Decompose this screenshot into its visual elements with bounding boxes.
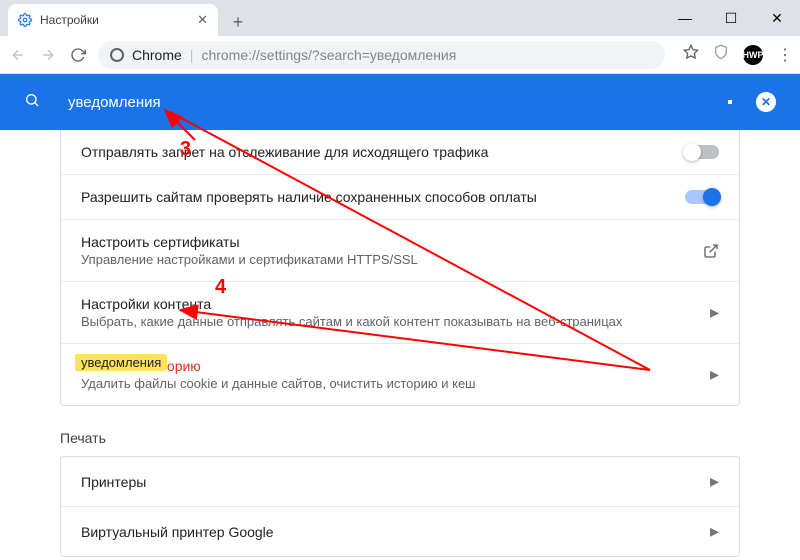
toggle-do-not-track[interactable] [685,145,719,159]
window-close-button[interactable]: ✕ [754,0,800,36]
back-button[interactable] [8,45,28,65]
settings-search-header: ✕ [0,74,800,130]
omnibox-url: chrome://settings/?search=уведомления [201,47,456,63]
omnibox-prefix: Chrome [132,47,182,63]
window-maximize-button[interactable]: ☐ [708,0,754,36]
titlebar: Настройки ✕ + — ☐ ✕ [0,0,800,36]
row-title: Разрешить сайтам проверять наличие сохра… [81,189,685,205]
row-title: Принтеры [81,474,710,490]
tab-title: Настройки [40,13,99,27]
browser-tab[interactable]: Настройки ✕ [8,4,218,36]
reload-button[interactable] [68,45,88,65]
settings-card-print: Принтеры ▸ Виртуальный принтер Google ▸ [60,456,740,557]
row-content-settings[interactable]: Настройки контента Выбрать, какие данные… [61,281,739,343]
tab-close-icon[interactable]: ✕ [197,12,208,28]
section-label-print: Печать [60,430,740,446]
row-subtitle: Выбрать, какие данные отправлять сайтам … [81,314,710,329]
window-minimize-button[interactable]: — [662,0,708,36]
settings-search-input[interactable] [68,94,728,111]
new-tab-button[interactable]: + [224,8,252,36]
row-certificates[interactable]: Настроить сертификаты Управление настрой… [61,219,739,281]
search-icon [24,92,44,112]
chrome-icon [110,48,124,62]
chevron-right-icon: ▸ [710,471,719,492]
profile-avatar[interactable]: HWP [743,45,763,65]
row-payment-check[interactable]: Разрешить сайтам проверять наличие сохра… [61,174,739,219]
forward-button[interactable] [38,45,58,65]
search-highlight-badge: уведомления [75,354,167,371]
window-controls: — ☐ ✕ [662,0,800,36]
row-title: Настроить сертификаты [81,234,703,250]
shield-icon[interactable] [713,44,729,65]
row-title: уведомления Очистить историю [81,358,710,374]
row-title: Отправлять запрет на отслеживание для ис… [81,144,685,160]
row-title: Виртуальный принтер Google [81,524,710,540]
settings-content: Отправлять запрет на отслеживание для ис… [0,130,800,557]
gear-icon [18,13,32,27]
chevron-right-icon: ▸ [710,364,719,385]
row-cloud-printer[interactable]: Виртуальный принтер Google ▸ [61,506,739,556]
chevron-right-icon: ▸ [710,302,719,323]
chevron-right-icon: ▸ [710,521,719,542]
search-clear-button[interactable]: ✕ [756,92,776,112]
omnibox[interactable]: Chrome | chrome://settings/?search=уведо… [98,41,665,69]
browser-toolbar: Chrome | chrome://settings/?search=уведо… [0,36,800,74]
row-subtitle: Удалить файлы cookie и данные сайтов, оч… [81,376,710,391]
row-subtitle: Управление настройками и сертификатами H… [81,252,703,267]
row-printers[interactable]: Принтеры ▸ [61,457,739,506]
search-indicator-dot [728,100,732,104]
external-link-icon [703,243,719,259]
toggle-payment-check[interactable] [685,190,719,204]
row-clear-history[interactable]: уведомления Очистить историю Удалить фай… [61,343,739,405]
menu-kebab-icon[interactable]: ⋮ [777,45,792,65]
bookmark-star-icon[interactable] [683,44,699,65]
row-title: Настройки контента [81,296,710,312]
settings-card-privacy: Отправлять запрет на отслеживание для ис… [60,130,740,406]
row-do-not-track[interactable]: Отправлять запрет на отслеживание для ис… [61,130,739,174]
